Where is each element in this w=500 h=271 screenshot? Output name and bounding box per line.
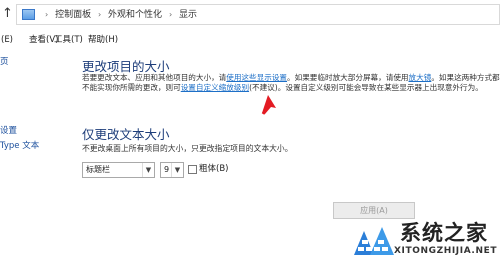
breadcrumb-control-panel[interactable]: 控制面板 xyxy=(55,10,91,20)
change-size-description: 若要更改文本、应用和其他项目的大小，请使用这些显示设置。如果要临时放大部分屏幕，… xyxy=(82,73,500,93)
nav-item-cleartype[interactable]: Type 文本 xyxy=(0,139,39,151)
description-text: 若要更改文本、应用和其他项目的大小，请 xyxy=(82,73,227,82)
up-arrow-icon[interactable]: ↑ xyxy=(2,7,14,21)
item-select-value: 标题栏 xyxy=(86,165,110,174)
chevron-down-icon: ▼ xyxy=(142,163,154,177)
nav-item-settings[interactable]: 设置 xyxy=(0,124,17,136)
address-bar-row: ↑ › 控制面板 › 外观和个性化 › 显示 xyxy=(0,0,500,28)
watermark-title: 系统之家 xyxy=(400,221,488,245)
watermark-logo-icon xyxy=(354,227,394,255)
bold-checkbox[interactable] xyxy=(188,165,197,174)
address-bar[interactable]: › 控制面板 › 外观和个性化 › 显示 xyxy=(16,4,500,25)
item-select[interactable]: 标题栏 ▼ xyxy=(82,162,155,178)
chevron-down-icon: ▼ xyxy=(171,163,183,177)
breadcrumb-separator-icon[interactable]: › xyxy=(98,10,101,19)
section-title-text-size: 仅更改文本大小 xyxy=(82,127,170,142)
font-size-value: 9 xyxy=(164,165,170,174)
nav-item-home[interactable]: 页 xyxy=(0,55,9,67)
breadcrumb-separator-icon[interactable]: › xyxy=(169,10,172,19)
breadcrumb-appearance[interactable]: 外观和个性化 xyxy=(108,10,162,20)
display-settings-link[interactable]: 使用这些显示设置 xyxy=(226,73,287,82)
control-panel-icon xyxy=(22,9,35,20)
watermark-url: XITONGZHIJIA.NET xyxy=(394,246,498,256)
watermark: 系统之家 XITONGZHIJIA.NET xyxy=(350,217,500,271)
breadcrumb-display[interactable]: 显示 xyxy=(179,10,197,20)
text-size-description: 不更改桌面上所有项目的大小，只更改指定项目的文本大小。 xyxy=(82,144,293,153)
magnifier-link[interactable]: 放大镜 xyxy=(409,73,432,82)
description-text: (不建议)。设置自定义级别可能会导致在某些显示器上出现意外行为。 xyxy=(249,83,483,92)
font-size-select[interactable]: 9 ▼ xyxy=(160,162,184,178)
description-text: 。如果要临时放大部分屏幕，请使用 xyxy=(287,73,409,82)
bold-checkbox-label[interactable]: 粗体(B) xyxy=(199,163,228,175)
arrow-shaft xyxy=(261,102,272,115)
breadcrumb: › 控制面板 › 外观和个性化 › 显示 xyxy=(41,8,197,22)
arrow-head-icon xyxy=(262,95,276,114)
menu-help[interactable]: 帮助(H) xyxy=(88,32,118,48)
menu-tools[interactable]: 工具(T) xyxy=(54,32,83,48)
menu-file[interactable]: (E) xyxy=(1,32,13,48)
breadcrumb-separator-icon[interactable]: › xyxy=(45,10,48,19)
custom-scaling-link[interactable]: 设置自定义缩放级别 xyxy=(181,83,249,92)
